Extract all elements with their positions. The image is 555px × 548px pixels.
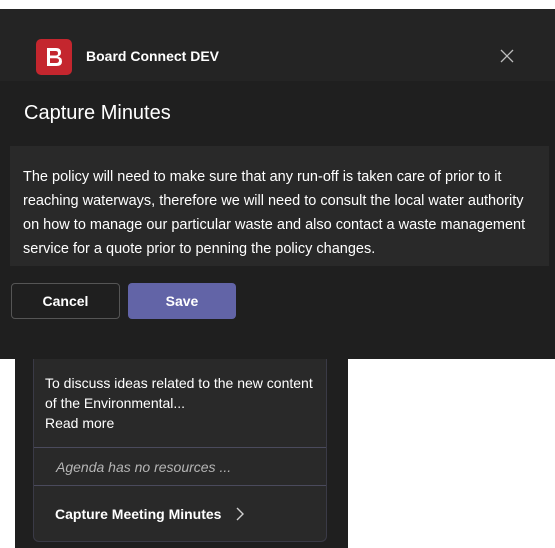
agenda-divider	[34, 447, 326, 448]
capture-meeting-minutes-label: Capture Meeting Minutes	[55, 506, 222, 522]
board-connect-logo-icon	[47, 48, 62, 66]
app-logo	[36, 39, 72, 75]
agenda-card: To discuss ideas related to the new cont…	[33, 330, 327, 542]
agenda-description: To discuss ideas related to the new cont…	[45, 373, 315, 433]
agenda-no-resources: Agenda has no resources ...	[56, 459, 232, 475]
save-button[interactable]: Save	[128, 283, 236, 319]
dialog-header: Board Connect DEV	[0, 9, 555, 81]
chevron-right-icon	[236, 507, 245, 521]
dialog-title: Capture Minutes	[24, 102, 171, 124]
agenda-description-text: To discuss ideas related to the new cont…	[45, 375, 313, 411]
app-title: Board Connect DEV	[86, 48, 220, 64]
capture-minutes-dialog: Board Connect DEV Capture Minutes The po…	[0, 9, 555, 359]
minutes-textarea[interactable]: The policy will need to make sure that a…	[10, 146, 549, 266]
close-button[interactable]	[498, 47, 516, 65]
capture-meeting-minutes-link[interactable]: Capture Meeting Minutes	[55, 506, 245, 522]
close-icon	[500, 49, 514, 63]
agenda-divider	[34, 485, 326, 486]
cancel-button[interactable]: Cancel	[11, 283, 120, 319]
read-more-link[interactable]: Read more	[45, 413, 315, 433]
